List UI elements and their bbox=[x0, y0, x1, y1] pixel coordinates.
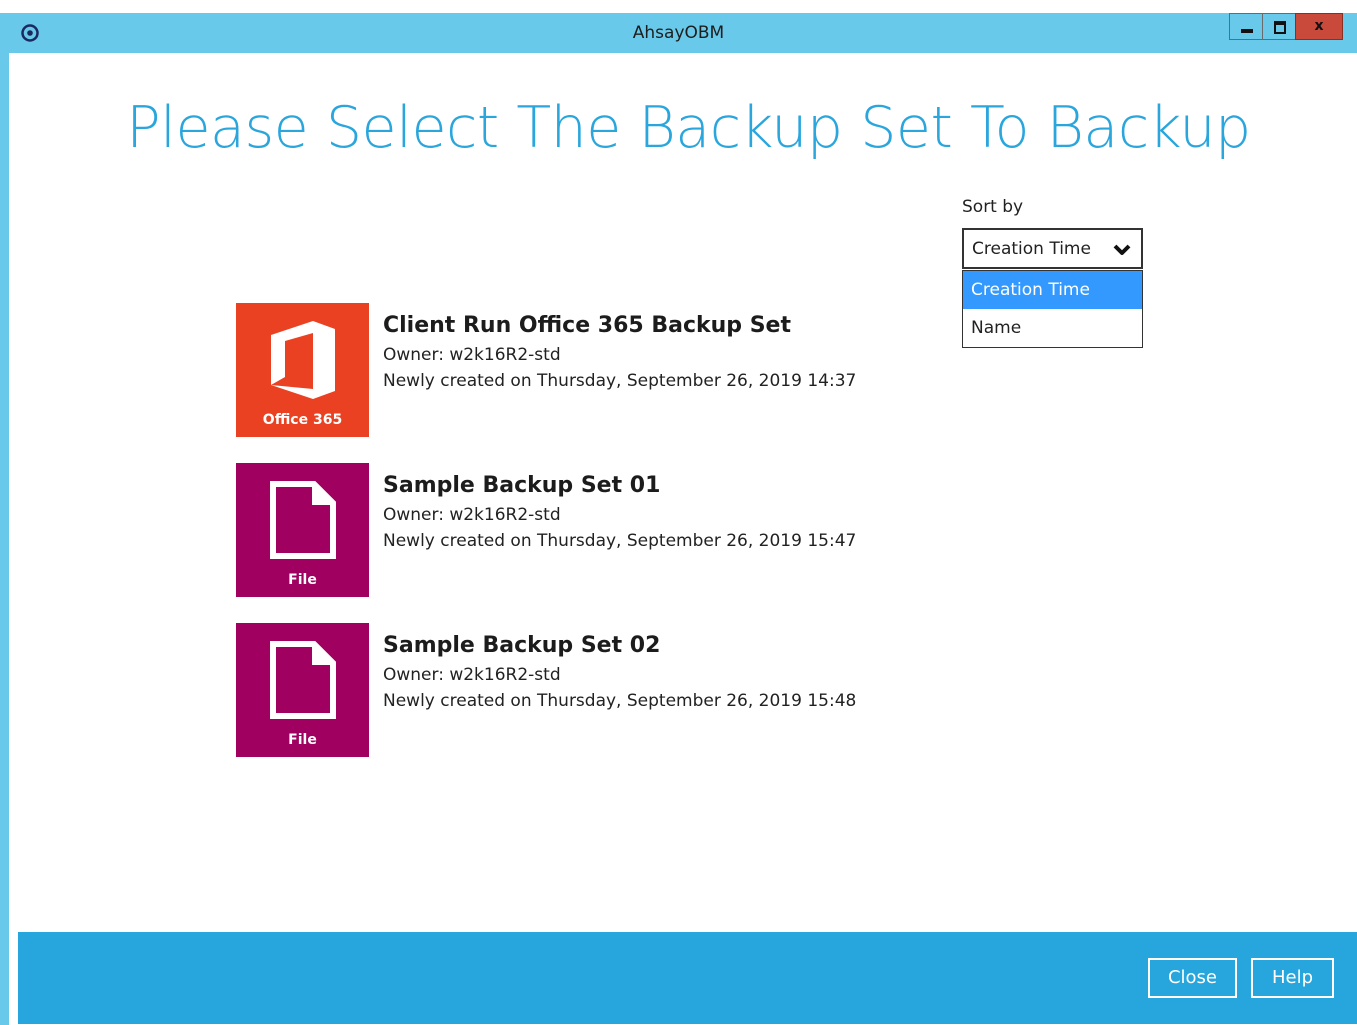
maximize-button[interactable] bbox=[1262, 13, 1296, 40]
footer-bar: Close Help bbox=[18, 932, 1357, 1024]
file-icon bbox=[270, 481, 336, 559]
sort-option-creation-time[interactable]: Creation Time bbox=[963, 271, 1142, 309]
tile-label: Office 365 bbox=[262, 412, 343, 428]
backup-set-item[interactable]: File Sample Backup Set 01 Owner: w2k16R2… bbox=[236, 463, 936, 597]
backup-set-name: Sample Backup Set 02 bbox=[383, 633, 661, 658]
sort-by-label: Sort by bbox=[962, 197, 1024, 217]
backup-set-item[interactable]: Office 365 Client Run Office 365 Backup … bbox=[236, 303, 936, 437]
office365-tile[interactable]: Office 365 bbox=[236, 303, 369, 437]
office365-icon bbox=[271, 321, 335, 399]
tile-label: File bbox=[288, 572, 317, 588]
backup-set-item[interactable]: File Sample Backup Set 02 Owner: w2k16R2… bbox=[236, 623, 936, 757]
title-bar[interactable]: AhsayOBM x bbox=[0, 13, 1357, 53]
help-button[interactable]: Help bbox=[1251, 958, 1334, 998]
backup-set-created: Newly created on Thursday, September 26,… bbox=[383, 531, 857, 551]
sort-by-value: Creation Time bbox=[972, 239, 1091, 259]
backup-set-owner: Owner: w2k16R2-std bbox=[383, 505, 561, 525]
backup-set-created: Newly created on Thursday, September 26,… bbox=[383, 691, 857, 711]
window-left-border bbox=[0, 53, 9, 1025]
page-title: Please Select The Backup Set To Backup bbox=[126, 95, 1251, 161]
close-icon: x bbox=[1314, 18, 1324, 34]
backup-set-name: Client Run Office 365 Backup Set bbox=[383, 313, 791, 338]
file-tile[interactable]: File bbox=[236, 463, 369, 597]
file-icon bbox=[270, 641, 336, 719]
minimize-icon bbox=[1241, 29, 1253, 33]
sort-option-name[interactable]: Name bbox=[963, 309, 1142, 347]
backup-set-created: Newly created on Thursday, September 26,… bbox=[383, 371, 857, 391]
sort-by-dropdown: Creation Time Name bbox=[962, 270, 1143, 348]
sort-by-select[interactable]: Creation Time bbox=[962, 228, 1143, 269]
tile-label: File bbox=[288, 732, 317, 748]
file-tile[interactable]: File bbox=[236, 623, 369, 757]
maximize-icon bbox=[1274, 21, 1286, 34]
backup-set-owner: Owner: w2k16R2-std bbox=[383, 665, 561, 685]
backup-set-owner: Owner: w2k16R2-std bbox=[383, 345, 561, 365]
close-button[interactable]: Close bbox=[1148, 958, 1237, 998]
minimize-button[interactable] bbox=[1229, 13, 1263, 40]
chevron-down-icon bbox=[1113, 244, 1131, 255]
window-title: AhsayOBM bbox=[632, 23, 725, 43]
backup-set-name: Sample Backup Set 01 bbox=[383, 473, 661, 498]
close-window-button[interactable]: x bbox=[1295, 13, 1343, 40]
